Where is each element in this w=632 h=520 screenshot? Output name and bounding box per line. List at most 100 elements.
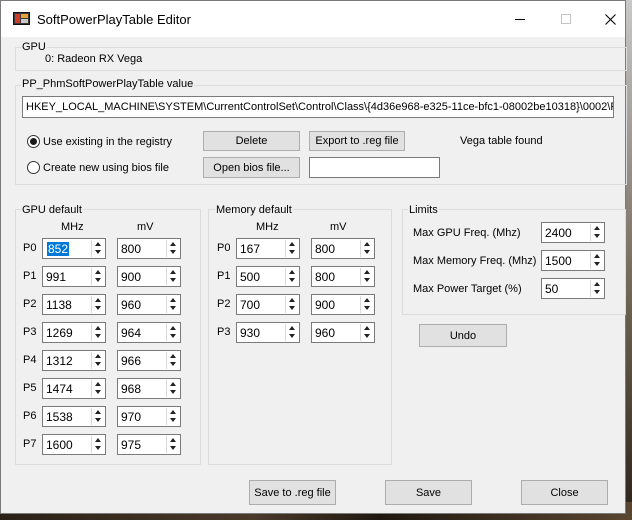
gpu-mhz-value[interactable]: 1269 (46, 326, 73, 340)
gpu-mhz-value[interactable]: 991 (46, 270, 66, 284)
spin-arrows[interactable] (360, 268, 373, 285)
undo-button[interactable]: Undo (419, 324, 507, 347)
gpu-mv-stepper[interactable]: 966 (117, 350, 181, 371)
decrement-icon[interactable] (92, 248, 104, 256)
increment-icon[interactable] (92, 352, 104, 360)
increment-icon[interactable] (361, 268, 373, 276)
gpu-mv-stepper[interactable]: 970 (117, 406, 181, 427)
decrement-icon[interactable] (591, 260, 603, 268)
memory-mv-value[interactable]: 800 (315, 242, 335, 256)
use-existing-radio[interactable] (27, 135, 40, 148)
spin-arrows[interactable] (166, 352, 179, 369)
increment-icon[interactable] (92, 324, 104, 332)
spin-arrows[interactable] (91, 296, 104, 313)
gpu-mv-value[interactable]: 900 (121, 270, 141, 284)
gpu-mhz-stepper[interactable]: 1600 (42, 434, 106, 455)
gpu-mhz-stepper[interactable]: 1138 (42, 294, 106, 315)
increment-icon[interactable] (167, 324, 179, 332)
increment-icon[interactable] (92, 296, 104, 304)
save-reg-file-button[interactable]: Save to .reg file (249, 480, 336, 505)
gpu-mhz-value[interactable]: 1474 (46, 382, 73, 396)
spin-arrows[interactable] (91, 268, 104, 285)
gpu-mhz-value[interactable]: 852 (47, 242, 70, 256)
increment-icon[interactable] (167, 240, 179, 248)
memory-mhz-value[interactable]: 500 (240, 270, 260, 284)
gpu-mv-value[interactable]: 966 (121, 354, 141, 368)
spin-arrows[interactable] (360, 324, 373, 341)
spin-arrows[interactable] (91, 240, 104, 257)
spin-arrows[interactable] (91, 436, 104, 453)
spin-arrows[interactable] (590, 224, 603, 241)
memory-mhz-stepper[interactable]: 167 (236, 238, 300, 259)
spin-arrows[interactable] (590, 252, 603, 269)
max-gpu-freq-value[interactable]: 2400 (545, 226, 572, 240)
gpu-mhz-stepper[interactable]: 1312 (42, 350, 106, 371)
max-mem-freq-stepper[interactable]: 1500 (541, 250, 605, 271)
title-bar[interactable]: SoftPowerPlayTable Editor (1, 1, 625, 37)
spin-arrows[interactable] (91, 324, 104, 341)
spin-arrows[interactable] (360, 240, 373, 257)
gpu-mhz-value[interactable]: 1312 (46, 354, 73, 368)
spin-arrows[interactable] (590, 280, 603, 297)
memory-mhz-stepper[interactable]: 930 (236, 322, 300, 343)
spin-arrows[interactable] (360, 296, 373, 313)
decrement-icon[interactable] (591, 232, 603, 240)
increment-icon[interactable] (591, 224, 603, 232)
increment-icon[interactable] (92, 240, 104, 248)
gpu-mhz-stepper[interactable]: 1538 (42, 406, 106, 427)
spin-arrows[interactable] (166, 240, 179, 257)
increment-icon[interactable] (167, 408, 179, 416)
decrement-icon[interactable] (167, 388, 179, 396)
gpu-mv-value[interactable]: 970 (121, 410, 141, 424)
gpu-mv-value[interactable]: 968 (121, 382, 141, 396)
decrement-icon[interactable] (92, 276, 104, 284)
gpu-mhz-value[interactable]: 1600 (46, 438, 73, 452)
use-existing-label[interactable]: Use existing in the registry (43, 136, 172, 148)
gpu-mv-stepper[interactable]: 900 (117, 266, 181, 287)
save-button[interactable]: Save (385, 480, 472, 505)
spin-arrows[interactable] (166, 324, 179, 341)
decrement-icon[interactable] (361, 248, 373, 256)
decrement-icon[interactable] (361, 276, 373, 284)
spin-arrows[interactable] (91, 380, 104, 397)
memory-mv-value[interactable]: 800 (315, 270, 335, 284)
spin-arrows[interactable] (91, 352, 104, 369)
decrement-icon[interactable] (361, 332, 373, 340)
spin-arrows[interactable] (166, 380, 179, 397)
gpu-mhz-value[interactable]: 1138 (46, 298, 72, 312)
close-window-button[interactable] (587, 1, 632, 37)
max-gpu-freq-stepper[interactable]: 2400 (541, 222, 605, 243)
gpu-mv-stepper[interactable]: 964 (117, 322, 181, 343)
gpu-mv-value[interactable]: 800 (121, 242, 141, 256)
memory-mhz-value[interactable]: 700 (240, 298, 260, 312)
bios-file-field[interactable] (309, 157, 440, 178)
gpu-mhz-stepper[interactable]: 1474 (42, 378, 106, 399)
increment-icon[interactable] (167, 352, 179, 360)
increment-icon[interactable] (591, 280, 603, 288)
spin-arrows[interactable] (285, 240, 298, 257)
gpu-mv-value[interactable]: 975 (121, 438, 141, 452)
spin-arrows[interactable] (166, 436, 179, 453)
gpu-mhz-value[interactable]: 1538 (46, 410, 73, 424)
memory-mv-stepper[interactable]: 900 (311, 294, 375, 315)
memory-mhz-value[interactable]: 167 (240, 242, 260, 256)
minimize-button[interactable] (497, 1, 543, 37)
memory-mv-value[interactable]: 960 (315, 326, 335, 340)
decrement-icon[interactable] (167, 360, 179, 368)
spin-arrows[interactable] (285, 296, 298, 313)
increment-icon[interactable] (92, 268, 104, 276)
max-power-target-stepper[interactable]: 50 (541, 278, 605, 299)
increment-icon[interactable] (286, 324, 298, 332)
gpu-mhz-stepper[interactable]: 1269 (42, 322, 106, 343)
decrement-icon[interactable] (286, 276, 298, 284)
increment-icon[interactable] (361, 240, 373, 248)
decrement-icon[interactable] (167, 332, 179, 340)
decrement-icon[interactable] (286, 332, 298, 340)
max-mem-freq-value[interactable]: 1500 (545, 254, 572, 268)
spin-arrows[interactable] (166, 408, 179, 425)
increment-icon[interactable] (92, 380, 104, 388)
increment-icon[interactable] (286, 268, 298, 276)
decrement-icon[interactable] (92, 388, 104, 396)
delete-button[interactable]: Delete (203, 131, 300, 151)
decrement-icon[interactable] (167, 248, 179, 256)
